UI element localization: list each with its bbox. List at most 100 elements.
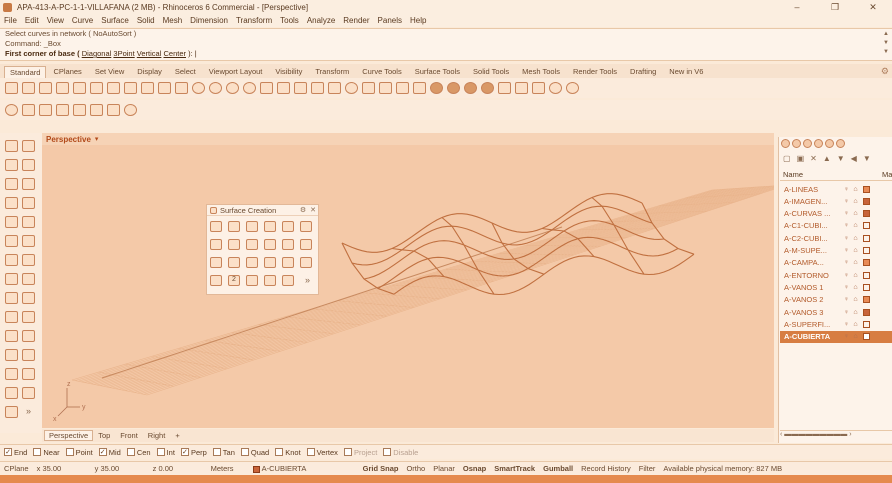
osnap-toggle[interactable]: Osnap [459, 464, 490, 473]
checkbox[interactable]: ✓ [98, 448, 107, 456]
materials-panel-icon[interactable] [814, 139, 823, 148]
osnap-knot[interactable]: Knot [275, 448, 301, 457]
checkbox[interactable]: ✓ [4, 448, 12, 456]
move-icon[interactable] [5, 349, 18, 361]
checkbox[interactable] [240, 448, 249, 456]
surface-creation-toolbar[interactable]: Surface Creation ⚙ ✕ 2 » [206, 204, 319, 295]
array-icon[interactable] [5, 387, 18, 399]
layer-name[interactable]: A-VANOS 2 [780, 295, 842, 304]
surface-corner-icon[interactable] [264, 221, 276, 232]
new-sublayer-icon[interactable]: ▣ [797, 154, 805, 163]
tab-top[interactable]: Top [93, 430, 115, 441]
layer-row[interactable]: A-CAMPA... ♀ ⌂ [780, 257, 892, 269]
boolean-icon[interactable] [5, 330, 18, 342]
layer-color-swatch[interactable] [863, 222, 870, 230]
add-viewport-tab[interactable]: + [170, 430, 184, 441]
layer-lock-icon[interactable]: ⌂ [851, 198, 860, 205]
cone-surface-icon[interactable] [264, 257, 276, 268]
tab-drafting[interactable]: Drafting [624, 65, 662, 78]
layer-row[interactable]: A-CUBIERTA ♀ ⌂ [780, 330, 892, 343]
units-label[interactable]: Meters [207, 464, 249, 473]
tab-front[interactable]: Front [115, 430, 143, 441]
layer-color-swatch[interactable] [863, 333, 870, 341]
layer-row[interactable]: A-VANOS 2 ♀ ⌂ [780, 294, 892, 306]
command-area[interactable]: Select curves in network ( NoAutoSort ) … [0, 28, 892, 61]
rail-revolve-icon[interactable] [228, 257, 240, 268]
osnap-project[interactable]: Project [343, 448, 377, 457]
layer-row[interactable]: A-IMAGEN... ♀ ⌂ [780, 195, 892, 207]
zoom-window-icon[interactable] [209, 82, 222, 94]
undo-icon[interactable] [141, 82, 154, 94]
about-icon[interactable] [566, 82, 579, 94]
wrap-icon[interactable] [246, 275, 258, 286]
layer-name[interactable]: A-ENTORNO [780, 271, 842, 280]
gear-icon[interactable]: ⚙ [881, 66, 889, 77]
popup-gear-icon[interactable]: ⚙ [298, 206, 308, 214]
menu-solid[interactable]: Solid [137, 16, 155, 25]
record-history-toggle[interactable]: Record History [577, 464, 635, 473]
layer-lock-icon[interactable]: ⌂ [851, 247, 860, 254]
close-button[interactable]: ✕ [854, 2, 892, 13]
layer-visibility-icon[interactable]: ♀ [842, 210, 851, 217]
checkbox[interactable] [126, 448, 135, 456]
tab-visibility[interactable]: Visibility [269, 65, 308, 78]
menu-transform[interactable]: Transform [236, 16, 272, 25]
options-icon[interactable] [515, 82, 528, 94]
smarttrack-toggle[interactable]: SmartTrack [490, 464, 539, 473]
ribbon-icon[interactable] [264, 275, 276, 286]
layer-name[interactable]: A-VANOS 1 [780, 283, 842, 292]
tab-display[interactable]: Display [131, 65, 168, 78]
osnap-mid[interactable]: ✓ Mid [98, 448, 121, 457]
menu-file[interactable]: File [4, 16, 17, 25]
tab-viewport-layout[interactable]: Viewport Layout [203, 65, 269, 78]
tab-solid-tools[interactable]: Solid Tools [467, 65, 515, 78]
rectangle-surface-icon[interactable] [228, 239, 240, 250]
cplane-label[interactable]: CPlane [0, 464, 33, 473]
layer-color-swatch[interactable] [863, 271, 870, 279]
material-icon[interactable] [413, 82, 426, 94]
layer-row[interactable]: A-VANOS 1 ♀ ⌂ [780, 281, 892, 293]
snapshots-icon[interactable] [532, 82, 545, 94]
layer-row[interactable]: A-SUPERFI... ♀ ⌂ [780, 318, 892, 330]
osnap-int[interactable]: Int [156, 448, 175, 457]
option-vertical[interactable]: Vertical [137, 49, 162, 58]
layer-visibility-icon[interactable]: ♀ [842, 222, 851, 229]
arc-icon[interactable] [5, 197, 18, 209]
transform-icon[interactable] [22, 311, 35, 323]
sweep2-icon[interactable] [282, 239, 294, 250]
circle-icon[interactable] [5, 178, 18, 190]
name-column-header[interactable]: Name [780, 170, 882, 179]
blend-surface-icon[interactable] [246, 257, 258, 268]
perspective-viewport[interactable]: z y x [42, 145, 774, 428]
render-preview-icon[interactable] [447, 82, 460, 94]
filter-toggle[interactable]: Filter [635, 464, 660, 473]
planar-surface-icon[interactable] [282, 221, 294, 232]
surface-edge-icon[interactable] [246, 221, 258, 232]
layer-visibility-icon[interactable]: ♀ [842, 198, 851, 205]
expand-icon[interactable]: » [26, 406, 31, 416]
menu-render[interactable]: Render [343, 16, 369, 25]
menu-mesh[interactable]: Mesh [163, 16, 183, 25]
target-icon[interactable] [124, 104, 137, 116]
patch-icon[interactable] [300, 221, 312, 232]
heightfield-icon[interactable] [300, 257, 312, 268]
checkbox[interactable] [212, 448, 221, 456]
layer-lock-icon[interactable]: ⌂ [851, 272, 860, 279]
layer-lock-icon[interactable]: ⌂ [851, 210, 860, 217]
layer-lock-icon[interactable]: ⌂ [851, 235, 860, 242]
sweep1-icon[interactable] [264, 239, 276, 250]
layer-color-swatch[interactable] [863, 296, 870, 304]
viewport-title-bar[interactable]: Perspective ▾ [42, 133, 774, 145]
tab-right[interactable]: Right [143, 430, 171, 441]
layer-name[interactable]: A-CUBIERTA [780, 332, 842, 341]
layer-name[interactable]: A-C2-CUBI... [780, 234, 842, 243]
layer-lock-icon[interactable]: ⌂ [851, 222, 860, 229]
tab-standard[interactable]: Standard [4, 66, 47, 78]
analyze-icon[interactable] [107, 104, 120, 116]
cut-icon[interactable] [90, 82, 103, 94]
lightbulb-icon[interactable] [379, 82, 392, 94]
import-icon[interactable] [73, 82, 86, 94]
trim-icon[interactable] [5, 368, 18, 380]
ellipse-icon[interactable] [22, 178, 35, 190]
layer-visibility-icon[interactable]: ♀ [842, 247, 851, 254]
